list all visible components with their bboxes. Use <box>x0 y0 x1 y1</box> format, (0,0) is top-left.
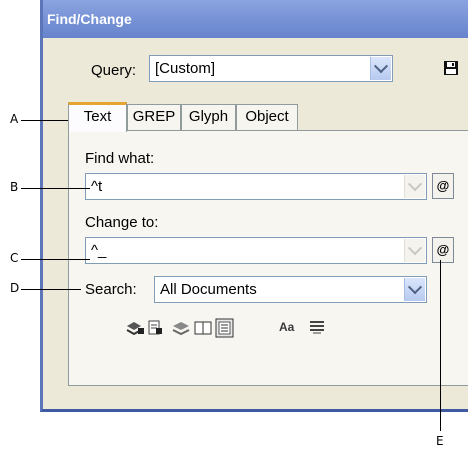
master-pages-icon[interactable] <box>194 321 212 335</box>
chevron-down-icon[interactable] <box>370 57 391 80</box>
chevron-down-icon[interactable] <box>404 175 425 198</box>
callout-c: C <box>10 251 19 265</box>
find-what-label: Find what: <box>85 150 155 167</box>
chevron-down-icon[interactable] <box>404 278 425 301</box>
search-label: Search: <box>85 281 137 298</box>
callout-e-line <box>440 260 441 431</box>
lock-stories-icon[interactable] <box>148 320 162 335</box>
search-options-toolbar <box>126 318 234 338</box>
change-to-field[interactable]: ^_ <box>85 237 427 264</box>
callout-e: E <box>436 434 444 448</box>
lock-layers-icon[interactable] <box>126 322 144 336</box>
change-to-label: Change to: <box>85 214 159 231</box>
search-scope-dropdown[interactable]: All Documents <box>154 276 427 303</box>
hidden-layers-icon[interactable] <box>172 322 190 336</box>
callout-d: D <box>10 281 20 295</box>
query-dropdown[interactable]: [Custom] <box>149 55 393 82</box>
special-characters-button[interactable]: @ <box>432 173 454 199</box>
find-change-dialog: Find/Change Query: [Custom] Text GREP Gl… <box>40 0 468 412</box>
callout-c-line <box>21 259 90 260</box>
tab-object[interactable]: Object <box>236 104 298 130</box>
change-to-value: ^_ <box>91 242 107 259</box>
tab-text[interactable]: Text <box>68 102 127 132</box>
callout-a-line <box>21 120 73 121</box>
query-value: [Custom] <box>155 60 216 77</box>
tab-grep[interactable]: GREP <box>127 104 181 130</box>
query-label: Query: <box>91 62 137 79</box>
callout-d-line <box>21 289 81 290</box>
callout-a: A <box>10 112 19 126</box>
case-sensitive-icon[interactable]: Aa <box>279 320 294 334</box>
title-bar: Find/Change <box>43 0 468 38</box>
whole-word-icon[interactable] <box>309 320 325 334</box>
search-scope-value: All Documents <box>160 281 257 298</box>
find-what-field[interactable]: ^t <box>85 173 427 200</box>
find-what-value: ^t <box>91 178 103 195</box>
chevron-down-icon[interactable] <box>404 239 425 262</box>
footnotes-icon[interactable] <box>215 318 234 338</box>
tab-glyph[interactable]: Glyph <box>181 104 236 130</box>
callout-b-line <box>21 188 90 189</box>
window-title: Find/Change <box>47 11 132 27</box>
special-characters-button[interactable]: @ <box>432 237 454 263</box>
callout-b: B <box>10 180 19 194</box>
save-icon[interactable] <box>443 60 459 76</box>
